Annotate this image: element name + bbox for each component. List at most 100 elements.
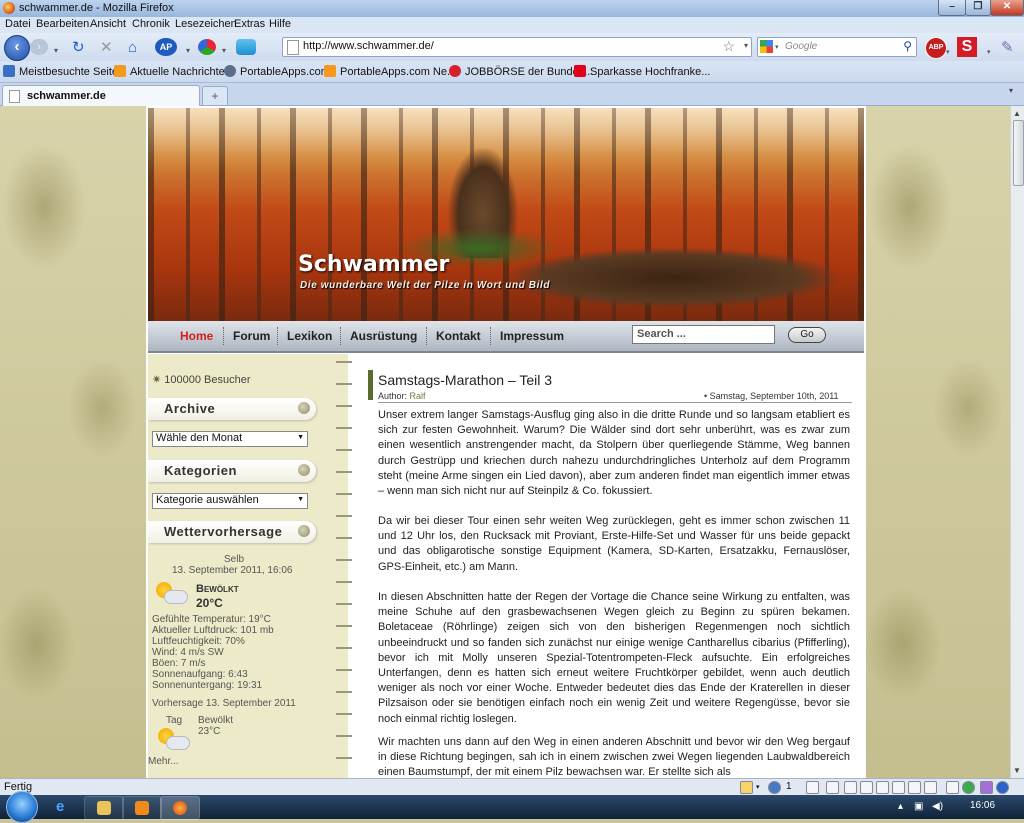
site-title[interactable]: Schwammer — [298, 252, 449, 277]
url-text[interactable]: http://www.schwammer.de/ — [303, 40, 434, 52]
document-status-icon[interactable] — [908, 781, 921, 794]
tab-list-icon[interactable]: ▾ — [1009, 86, 1013, 95]
banner-log — [508, 248, 838, 308]
copy-status-icon[interactable] — [876, 781, 889, 794]
menu-hilfe[interactable]: Hilfe — [269, 18, 291, 30]
article-title[interactable]: Samstags-Marathon – Teil 3 — [378, 372, 552, 388]
scroll-up-icon[interactable]: ▲ — [1013, 109, 1021, 118]
forecast-day: Tag — [166, 715, 183, 726]
bookmark-jobboerse[interactable]: JOBBÖRSE der Bundes... — [449, 65, 593, 78]
article-paragraph: In diesen Abschnitten hatte der Regen de… — [378, 591, 850, 725]
nav-forum[interactable]: Forum — [233, 329, 270, 343]
vertical-scrollbar[interactable]: ▲ ▼ — [1010, 106, 1024, 778]
adblock-dropdown-icon[interactable]: ▾ — [946, 45, 950, 60]
addon-status-icon[interactable] — [740, 781, 753, 794]
taskbar-clock[interactable]: 16:06 — [970, 800, 995, 811]
bullet-icon — [298, 525, 310, 537]
categories-select[interactable]: Kategorie auswählen ▼ — [152, 493, 308, 509]
weather-datetime: 13. September 2011, 16:06 — [172, 565, 293, 576]
stop-icon[interactable]: ✕ — [100, 40, 113, 55]
addon-ap-icon[interactable]: AP — [155, 38, 177, 56]
scrollbar-thumb[interactable] — [1013, 120, 1024, 186]
chat-bubble-icon[interactable] — [236, 39, 256, 55]
feather-status-icon[interactable] — [980, 781, 993, 794]
tools-status-icon[interactable] — [946, 781, 959, 794]
close-button[interactable]: ✕ — [990, 0, 1024, 16]
addon-dropdown-icon[interactable]: ▾ — [186, 43, 190, 58]
archive-select[interactable]: Wähle den Monat ▼ — [152, 431, 308, 447]
addon-circles-icon[interactable] — [198, 39, 216, 55]
reload-icon[interactable]: ↻ — [72, 40, 85, 55]
addon-dropdown-icon[interactable]: ▾ — [756, 783, 760, 791]
back-button[interactable]: ‹ — [4, 35, 30, 61]
internet-explorer-icon[interactable]: e — [56, 798, 64, 815]
site-search-go-button[interactable]: Go — [788, 327, 826, 343]
tab-schwammer[interactable]: schwammer.de — [2, 85, 200, 106]
nav-impressum[interactable]: Impressum — [500, 329, 564, 343]
taskbar-firefox[interactable] — [160, 796, 200, 820]
taskbar-explorer[interactable] — [84, 796, 124, 820]
chevron-down-icon: ▼ — [297, 496, 304, 503]
page-content: Schwammer Die wunderbare Welt der Pilze … — [146, 106, 866, 778]
bookmark-portableapps-news[interactable]: PortableApps.com Ne... — [324, 65, 456, 78]
forward-button[interactable]: › — [30, 39, 48, 55]
site-search-placeholder: Search ... — [637, 328, 686, 340]
url-dropdown-icon[interactable]: ▾ — [744, 41, 748, 50]
adblock-icon[interactable]: ABP — [925, 37, 947, 59]
s-addon-dropdown-icon[interactable]: ▾ — [987, 45, 991, 60]
start-button[interactable] — [6, 791, 38, 823]
page-status-icon[interactable] — [806, 781, 819, 794]
globe-status-icon[interactable] — [768, 781, 781, 794]
s-addon-icon[interactable]: S — [957, 37, 977, 57]
pen-status-icon[interactable] — [826, 781, 839, 794]
search-placeholder: Google — [785, 41, 818, 52]
bookmark-meistbesuchte[interactable]: Meistbesuchte Seiten — [3, 65, 124, 78]
feather-icon[interactable]: ✎ — [1001, 40, 1014, 55]
site-search-input[interactable]: Search ... — [632, 325, 775, 344]
author-link[interactable]: Ralf — [410, 391, 426, 401]
taskbar-media-player[interactable] — [122, 796, 162, 820]
menu-extras[interactable]: Extras — [234, 18, 265, 30]
p-status-icon[interactable] — [996, 781, 1009, 794]
bookmark-portableapps[interactable]: PortableApps.com — [224, 65, 330, 78]
tree-status-icon[interactable] — [844, 781, 857, 794]
chart-status-icon[interactable] — [924, 781, 937, 794]
nav-home[interactable]: Home — [180, 329, 213, 343]
search-box[interactable]: ▾ Google ⚲ — [757, 37, 917, 57]
home-icon[interactable]: ⌂ — [128, 40, 137, 55]
refresh-status-icon[interactable] — [892, 781, 905, 794]
search-engine-dropdown-icon[interactable]: ▾ — [775, 43, 779, 51]
maximize-button[interactable]: ❐ — [965, 0, 991, 16]
search-icon[interactable]: ⚲ — [903, 39, 912, 53]
addon-dropdown-icon-2[interactable]: ▾ — [222, 43, 226, 58]
green-status-icon[interactable] — [962, 781, 975, 794]
site-navigation: Home Forum Lexikon Ausrüstung Kontakt Im… — [148, 321, 864, 353]
folder-icon — [97, 801, 111, 815]
nav-ausruestung[interactable]: Ausrüstung — [350, 329, 417, 343]
weather-detail: Gefühlte Temperatur: 19°C — [152, 614, 271, 625]
tray-arrow-icon[interactable]: ▴ — [898, 801, 903, 812]
nav-lexikon[interactable]: Lexikon — [287, 329, 332, 343]
save-status-icon[interactable] — [860, 781, 873, 794]
bookmark-sparkasse[interactable]: Sparkasse Hochfranke... — [574, 65, 710, 78]
menu-lesezeichen[interactable]: Lesezeichen — [175, 18, 237, 30]
minimize-button[interactable]: – — [938, 0, 966, 16]
new-tab-button[interactable]: + — [202, 86, 228, 105]
nav-separator — [277, 327, 279, 345]
menu-ansicht[interactable]: Ansicht — [90, 18, 126, 30]
network-icon[interactable]: ▣ — [914, 801, 923, 812]
tab-bar: schwammer.de + ▾ — [0, 83, 1024, 106]
address-bar[interactable]: http://www.schwammer.de/ ☆ ▾ — [282, 37, 752, 57]
scroll-down-icon[interactable]: ▼ — [1013, 766, 1021, 775]
volume-icon[interactable]: ◀) — [932, 801, 943, 812]
menu-chronik[interactable]: Chronik — [132, 18, 170, 30]
history-dropdown-icon[interactable]: ▾ — [54, 43, 58, 58]
menu-bearbeiten[interactable]: Bearbeiten — [36, 18, 89, 30]
menu-datei[interactable]: Datei — [5, 18, 31, 30]
star-icon: ✷ — [152, 374, 162, 386]
bookmark-nachrichten[interactable]: Aktuelle Nachrichten — [114, 65, 231, 78]
google-icon[interactable] — [760, 40, 773, 53]
bookmark-star-icon[interactable]: ☆ — [722, 38, 735, 55]
weather-more-link[interactable]: Mehr... — [148, 756, 179, 767]
nav-kontakt[interactable]: Kontakt — [436, 329, 481, 343]
